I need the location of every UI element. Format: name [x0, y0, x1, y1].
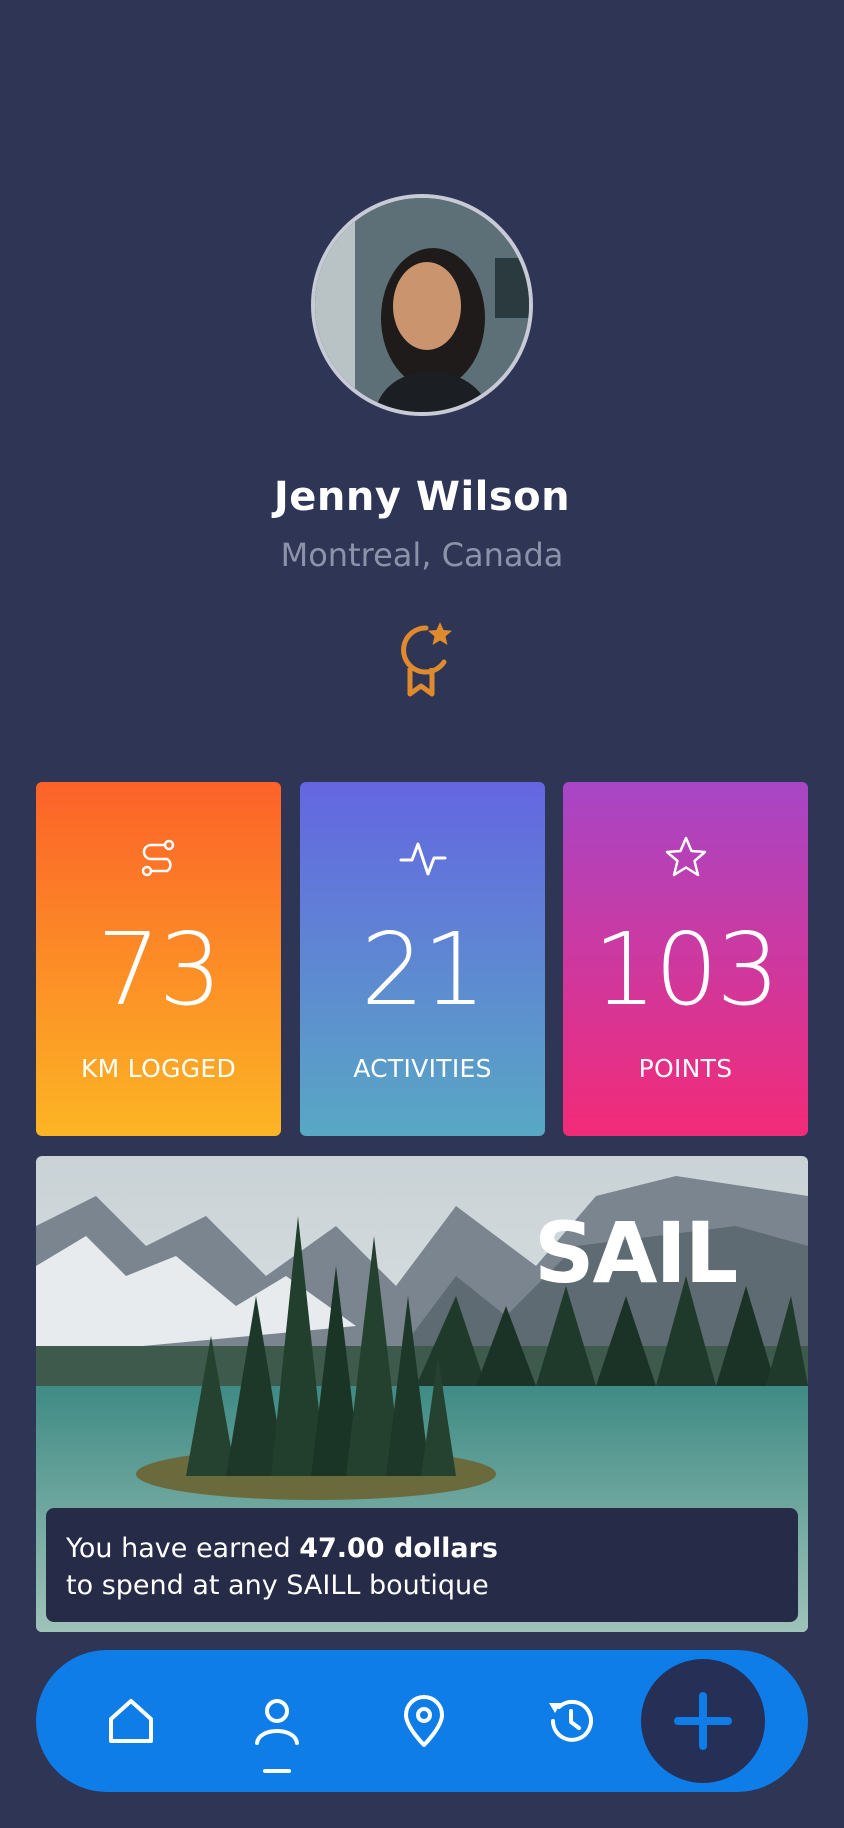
route-icon	[141, 839, 174, 877]
earnings-suffix: to spend at any SAILL boutique	[66, 1570, 489, 1601]
points-value: 103	[593, 911, 780, 1028]
stat-card-points[interactable]: 103 POINTS	[563, 782, 808, 1136]
map-pin-icon	[404, 1695, 444, 1747]
star-icon	[665, 836, 706, 877]
earnings-message: You have earned 47.00 dollars to spend a…	[46, 1508, 798, 1622]
profile-location: Montreal, Canada	[280, 536, 564, 574]
points-label: POINTS	[638, 1054, 733, 1083]
earnings-prefix: You have earned	[66, 1533, 300, 1564]
stat-card-activities[interactable]: 21 ACTIVITIES	[300, 782, 545, 1136]
stat-card-km-logged[interactable]: 73 KM LOGGED	[36, 782, 281, 1136]
avatar-photo	[315, 198, 529, 412]
earnings-amount: 47.00 dollars	[299, 1533, 498, 1564]
active-tab-indicator	[263, 1769, 291, 1773]
nav-history-button[interactable]	[536, 1650, 606, 1792]
promo-banner[interactable]: SAIL You have earned 47.00 dollars to sp…	[36, 1156, 808, 1632]
sail-logo: SAIL	[534, 1204, 738, 1302]
activities-label: ACTIVITIES	[353, 1054, 492, 1083]
profile-name: Jenny Wilson	[273, 474, 571, 520]
history-icon	[549, 1699, 593, 1742]
activities-value: 21	[360, 911, 486, 1028]
nav-home-button[interactable]	[96, 1650, 166, 1792]
km-logged-value: 73	[96, 911, 222, 1028]
add-activity-button[interactable]	[636, 1654, 770, 1788]
activity-pulse-icon	[399, 842, 446, 876]
plus-icon	[674, 1692, 732, 1750]
nav-map-button[interactable]	[389, 1650, 459, 1792]
km-logged-label: KM LOGGED	[80, 1054, 237, 1083]
home-icon	[109, 1699, 153, 1743]
profile-icon	[255, 1699, 299, 1745]
achievement-badge-icon[interactable]	[386, 618, 458, 698]
profile-avatar[interactable]	[311, 194, 533, 416]
